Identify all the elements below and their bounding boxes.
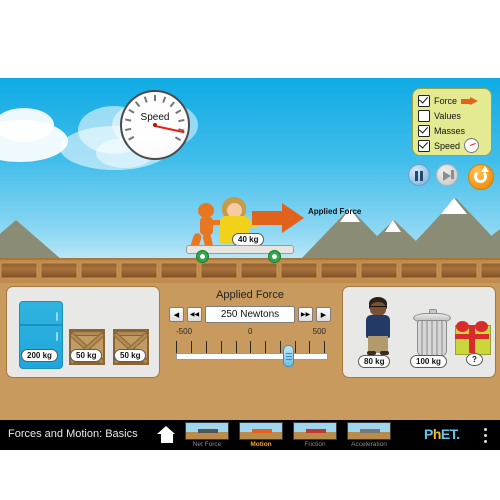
force-decrease-small-button[interactable]: ◀ xyxy=(169,307,184,322)
checkbox-values[interactable] xyxy=(418,109,430,122)
man-object[interactable] xyxy=(361,297,395,355)
tab-thumbnail-net-force xyxy=(185,422,229,440)
phet-sim-screenshot: Speed 40 kg Applied Force Force Values M… xyxy=(0,0,500,500)
checkbox-row-force[interactable]: Force xyxy=(418,93,486,108)
slider-thumb[interactable] xyxy=(283,345,294,367)
left-big-icon: ◀◀ xyxy=(189,312,200,318)
tab-acceleration[interactable]: Acceleration xyxy=(345,422,393,448)
phet-logo-p: P xyxy=(424,426,433,442)
speedometer-gauge: Speed xyxy=(120,90,190,160)
checkbox-label-force: Force xyxy=(434,95,458,106)
mystery-gift-object[interactable] xyxy=(455,319,491,355)
pause-button[interactable] xyxy=(408,164,430,186)
force-decrease-large-button[interactable]: ◀◀ xyxy=(187,307,202,322)
checkbox-masses[interactable] xyxy=(418,124,430,137)
mystery-gift-mass-label: ? xyxy=(466,353,483,366)
tab-thumbnail-acceleration xyxy=(347,422,391,440)
control-area: 200 kg 50 kg 50 kg Applied Force ◀ ◀◀ 25… xyxy=(0,283,500,420)
trash-can-mass-label: 100 kg xyxy=(410,355,447,368)
applied-force-value[interactable]: 250 Newtons xyxy=(205,306,295,323)
checkbox-speed[interactable] xyxy=(418,139,430,152)
slider-max-label: 500 xyxy=(312,327,326,336)
checkbox-force[interactable] xyxy=(418,94,430,107)
crate-2-mass-label: 50 kg xyxy=(114,349,147,362)
sim-title: Forces and Motion: Basics xyxy=(8,428,138,440)
checkbox-row-masses[interactable]: Masses xyxy=(418,123,486,138)
skateboard-wheel xyxy=(196,250,209,263)
applied-force-arrow-icon xyxy=(252,203,304,233)
force-increase-small-button[interactable]: ▶ xyxy=(316,307,331,322)
simulation-play-area: Speed 40 kg Applied Force Force Values M… xyxy=(0,78,500,420)
slider-track[interactable] xyxy=(176,353,328,360)
right-small-icon: ▶ xyxy=(320,311,327,319)
slider-mid-label: 0 xyxy=(248,327,253,336)
skateboard-scene: 40 kg Applied Force xyxy=(186,193,362,263)
applied-force-slider[interactable]: -500 0 500 xyxy=(176,327,328,373)
slider-min-label: -500 xyxy=(176,327,193,336)
screen-tabs: Net Force Motion Friction Acceleration xyxy=(183,422,393,448)
tab-motion[interactable]: Motion xyxy=(237,422,285,448)
overflow-menu-icon[interactable] xyxy=(484,428,488,443)
checkbox-row-speed[interactable]: Speed xyxy=(418,138,486,153)
applied-force-title: Applied Force xyxy=(216,289,284,301)
checkbox-label-speed: Speed xyxy=(434,140,461,151)
applied-force-arrow-label: Applied Force xyxy=(308,207,362,216)
checkbox-row-values[interactable]: Values xyxy=(418,108,486,123)
phet-logo[interactable]: PhET. xyxy=(424,426,460,442)
step-forward-button[interactable] xyxy=(436,164,458,186)
checkbox-label-values: Values xyxy=(434,110,461,121)
tab-thumbnail-motion xyxy=(239,422,283,440)
navigation-bar: Forces and Motion: Basics Net Force Moti… xyxy=(0,420,500,450)
force-increase-large-button[interactable]: ▶▶ xyxy=(298,307,313,322)
force-arrow-icon xyxy=(461,96,479,105)
reset-button[interactable] xyxy=(468,164,494,190)
display-options-panel: Force Values Masses Speed xyxy=(412,88,492,156)
left-small-icon: ◀ xyxy=(173,311,180,319)
man-mass-label: 80 kg xyxy=(358,355,391,368)
right-object-panel: 80 kg 100 kg ? xyxy=(342,286,496,378)
tab-label-net-force: Net Force xyxy=(192,441,222,448)
checkbox-label-masses: Masses xyxy=(434,125,466,136)
tab-thumbnail-friction xyxy=(293,422,337,440)
crate-1-mass-label: 50 kg xyxy=(70,349,103,362)
phet-logo-et: ET. xyxy=(440,426,460,442)
speedometer-hub xyxy=(153,123,157,127)
trash-can-object[interactable] xyxy=(413,309,451,356)
tab-friction[interactable]: Friction xyxy=(291,422,339,448)
refrigerator-mass-label: 200 kg xyxy=(21,349,58,362)
media-controls xyxy=(404,164,496,190)
tab-label-motion: Motion xyxy=(250,441,272,448)
phet-logo-h: h xyxy=(432,426,442,442)
tab-label-acceleration: Acceleration xyxy=(351,441,387,448)
tab-net-force[interactable]: Net Force xyxy=(183,422,231,448)
right-big-icon: ▶▶ xyxy=(300,312,311,318)
left-object-panel: 200 kg 50 kg 50 kg xyxy=(6,286,160,378)
tab-label-friction: Friction xyxy=(304,441,326,448)
gauge-icon xyxy=(464,138,480,153)
applied-force-control: Applied Force ◀ ◀◀ 250 Newtons ▶▶ ▶ -500… xyxy=(168,287,332,379)
skateboard-wheel xyxy=(268,250,281,263)
speedometer-label: Speed xyxy=(140,112,170,123)
home-icon[interactable] xyxy=(157,426,176,443)
